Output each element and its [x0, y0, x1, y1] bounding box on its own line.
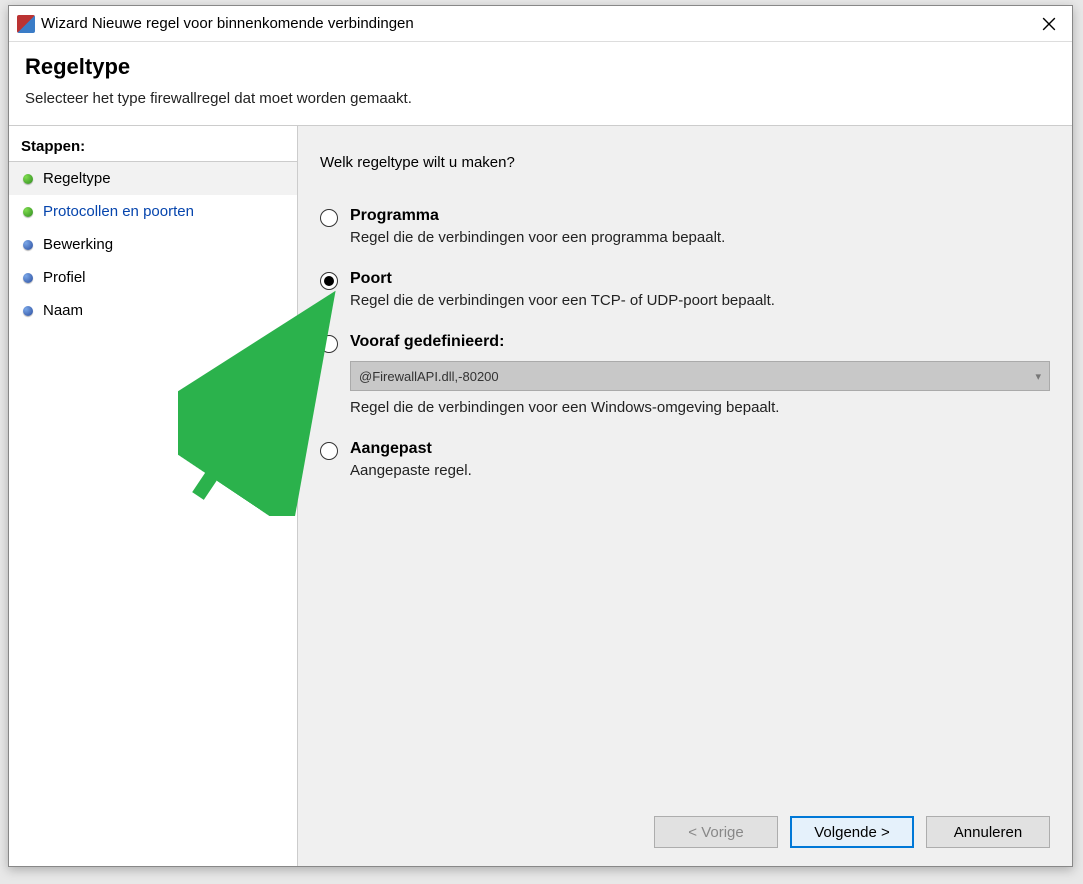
radio-programma[interactable]	[320, 209, 338, 227]
steps-header: Stappen:	[9, 132, 297, 162]
next-button[interactable]: Volgende >	[790, 816, 914, 848]
page-subtitle: Selecteer het type firewallregel dat moe…	[25, 90, 1056, 107]
option-desc: Aangepaste regel.	[350, 462, 1050, 479]
option-programma: Programma Regel die de verbindingen voor…	[320, 207, 1050, 246]
question-text: Welk regeltype wilt u maken?	[320, 154, 1050, 171]
content-pane: Welk regeltype wilt u maken? Programma R…	[298, 126, 1072, 866]
step-naam[interactable]: Naam	[9, 294, 297, 327]
radio-poort[interactable]	[320, 272, 338, 290]
step-label: Regeltype	[43, 170, 111, 187]
step-label: Naam	[43, 302, 83, 319]
option-desc: Regel die de verbindingen voor een progr…	[350, 229, 1050, 246]
option-title: Vooraf gedefinieerd:	[350, 333, 1050, 351]
option-desc: Regel die de verbindingen voor een Windo…	[350, 399, 1050, 416]
step-bullet-icon	[23, 240, 33, 250]
step-bullet-icon	[23, 273, 33, 283]
body-area: Stappen: Regeltype Protocollen en poorte…	[9, 125, 1072, 866]
content-inner: Welk regeltype wilt u maken? Programma R…	[298, 126, 1072, 802]
option-title: Poort	[350, 270, 1050, 288]
step-bullet-icon	[23, 207, 33, 217]
back-button: < Vorige	[654, 816, 778, 848]
step-profiel[interactable]: Profiel	[9, 261, 297, 294]
page-title: Regeltype	[25, 54, 1056, 80]
titlebar: Wizard Nieuwe regel voor binnenkomende v…	[9, 6, 1072, 42]
header-area: Regeltype Selecteer het type firewallreg…	[9, 42, 1072, 125]
firewall-app-icon	[17, 15, 35, 33]
step-label: Protocollen en poorten	[43, 203, 194, 220]
option-aangepast: Aangepast Aangepaste regel.	[320, 440, 1050, 479]
step-regeltype[interactable]: Regeltype	[9, 162, 297, 195]
dropdown-value: @FirewallAPI.dll,-80200	[359, 369, 499, 384]
close-button[interactable]	[1026, 6, 1072, 42]
radio-aangepast[interactable]	[320, 442, 338, 460]
window-title: Wizard Nieuwe regel voor binnenkomende v…	[41, 15, 414, 32]
button-row: < Vorige Volgende > Annuleren	[298, 802, 1072, 866]
step-label: Bewerking	[43, 236, 113, 253]
radio-voorafgedefinieerd[interactable]	[320, 335, 338, 353]
option-title: Programma	[350, 207, 1050, 225]
wizard-window: Wizard Nieuwe regel voor binnenkomende v…	[8, 5, 1073, 867]
step-protocollen-en-poorten[interactable]: Protocollen en poorten	[9, 195, 297, 228]
close-icon	[1042, 17, 1056, 31]
chevron-down-icon: ▾	[1035, 370, 1041, 383]
option-voorafgedefinieerd: Vooraf gedefinieerd: @FirewallAPI.dll,-8…	[320, 333, 1050, 416]
step-label: Profiel	[43, 269, 86, 286]
option-poort: Poort Regel die de verbindingen voor een…	[320, 270, 1050, 309]
step-bewerking[interactable]: Bewerking	[9, 228, 297, 261]
predefined-dropdown[interactable]: @FirewallAPI.dll,-80200 ▾	[350, 361, 1050, 391]
step-bullet-icon	[23, 306, 33, 316]
step-bullet-icon	[23, 174, 33, 184]
option-title: Aangepast	[350, 440, 1050, 458]
steps-sidebar: Stappen: Regeltype Protocollen en poorte…	[9, 126, 298, 866]
cancel-button[interactable]: Annuleren	[926, 816, 1050, 848]
option-desc: Regel die de verbindingen voor een TCP- …	[350, 292, 1050, 309]
